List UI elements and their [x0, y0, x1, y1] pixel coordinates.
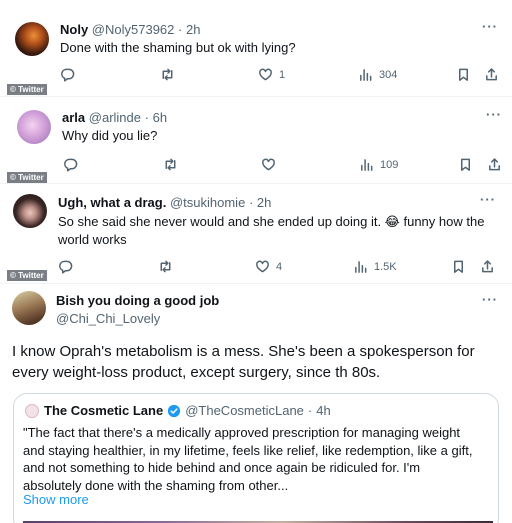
tweet-text-line: I know Oprah's metabolism is a mess. She… — [12, 343, 475, 360]
retweet-icon — [165, 158, 176, 171]
share-button[interactable] — [480, 259, 495, 274]
handle[interactable]: @arlinde — [89, 110, 141, 125]
watermark: © Twitter — [7, 84, 47, 95]
tweet-text-line: every weight-loss product, except surger… — [12, 364, 381, 381]
more-icon[interactable]: ··· — [480, 192, 496, 207]
retweet-button[interactable] — [160, 67, 181, 82]
views-button[interactable]: 304 — [358, 67, 397, 82]
quoted-tweet[interactable]: The Cosmetic Lane @TheCosmeticLane · 4h … — [13, 393, 499, 523]
reply-button[interactable] — [60, 67, 81, 82]
bookmark-icon — [461, 158, 470, 171]
show-more-link[interactable]: Show more — [23, 492, 89, 507]
tweet-arla[interactable]: arla @arlinde · 6h ··· Why did you lie? … — [0, 97, 512, 183]
action-bar: 109 — [63, 157, 503, 175]
quote-avatar[interactable] — [25, 404, 39, 418]
share-icon — [486, 68, 497, 81]
quote-text-line: "The fact that there's a medically appro… — [23, 425, 461, 440]
avatar[interactable] — [17, 110, 51, 144]
handle[interactable]: @tsukihomie — [170, 195, 245, 210]
reply-icon — [64, 158, 78, 172]
views-icon — [361, 159, 373, 171]
bookmark-icon — [459, 68, 468, 81]
retweet-icon — [162, 68, 173, 81]
tweet-text: I know Oprah's metabolism is a mess. She… — [12, 341, 502, 383]
like-button[interactable] — [261, 157, 282, 172]
separator: · — [248, 195, 254, 210]
views-icon — [360, 69, 372, 81]
quote-timestamp[interactable]: 4h — [316, 403, 330, 418]
reply-icon — [59, 260, 73, 274]
retweet-button[interactable] — [163, 157, 184, 172]
retweet-button[interactable] — [158, 259, 179, 274]
share-button[interactable] — [487, 157, 502, 172]
bookmark-button[interactable] — [458, 157, 473, 172]
reply-button[interactable] — [58, 259, 79, 274]
like-icon — [256, 260, 269, 273]
share-icon — [489, 158, 500, 171]
views-icon — [355, 261, 367, 273]
avatar[interactable] — [12, 291, 46, 325]
display-name[interactable]: Bish you doing a good job — [56, 293, 219, 308]
retweet-icon — [160, 260, 171, 273]
views-count: 304 — [379, 68, 398, 81]
more-icon[interactable]: ··· — [486, 107, 502, 122]
quote-text-line: and not something to hide behind and onc… — [23, 460, 421, 475]
quote-text: "The fact that there's a medically appro… — [23, 424, 493, 494]
watermark: © Twitter — [7, 270, 47, 281]
action-bar: 4 1.5K — [58, 259, 498, 277]
timestamp[interactable]: 6h — [153, 110, 167, 125]
like-icon — [259, 68, 272, 81]
reply-icon — [61, 68, 75, 82]
share-button[interactable] — [484, 67, 499, 82]
tweet-text: Done with the shaming but ok with lying? — [60, 40, 296, 55]
display-name[interactable]: arla — [62, 110, 85, 125]
tweet-text-line: world works — [58, 232, 127, 247]
like-count: 4 — [276, 260, 283, 273]
like-button[interactable]: 4 — [255, 259, 282, 274]
handle[interactable]: @Chi_Chi_Lovely — [56, 311, 160, 326]
watermark: © Twitter — [7, 172, 47, 183]
more-icon[interactable]: ··· — [482, 292, 498, 307]
quote-handle[interactable]: @TheCosmeticLane — [185, 403, 304, 418]
tweet-text: So she said she never would and she ende… — [58, 213, 498, 249]
separator: · — [144, 110, 149, 125]
like-count: 1 — [279, 68, 286, 81]
share-icon — [482, 260, 493, 273]
bookmark-icon — [454, 260, 463, 273]
separator: · — [178, 22, 183, 37]
quote-text-line: and staying healthier, in my lifetime, f… — [23, 442, 473, 458]
like-icon — [262, 158, 275, 171]
bookmark-button[interactable] — [451, 259, 466, 274]
timestamp[interactable]: 2h — [257, 195, 271, 210]
tweet-text-line: So she said she never would and she ende… — [58, 214, 485, 229]
like-button[interactable]: 1 — [258, 67, 285, 82]
views-count: 1.5K — [374, 260, 397, 273]
tweet-tsukihomie[interactable]: Ugh, what a drag. @tsukihomie · 2h ··· S… — [0, 184, 512, 283]
quote-display-name[interactable]: The Cosmetic Lane — [44, 403, 163, 418]
bookmark-button[interactable] — [456, 67, 471, 82]
separator: · — [307, 403, 313, 418]
display-name[interactable]: Noly — [60, 22, 88, 37]
tweet-text: Why did you lie? — [62, 128, 158, 143]
handle[interactable]: @Noly573962 — [92, 22, 175, 37]
avatar[interactable] — [13, 194, 47, 228]
verified-icon — [168, 404, 181, 417]
views-button[interactable]: 109 — [359, 157, 398, 172]
reply-button[interactable] — [63, 157, 84, 172]
action-bar: 1 304 — [60, 67, 500, 85]
views-button[interactable]: 1.5K — [353, 259, 397, 274]
avatar[interactable] — [15, 22, 49, 56]
tweet-noly[interactable]: Noly @Noly573962 · 2h ··· Done with the … — [0, 0, 512, 96]
display-name[interactable]: Ugh, what a drag. — [58, 195, 166, 210]
timestamp[interactable]: 2h — [186, 22, 200, 37]
views-count: 109 — [380, 158, 399, 171]
quote-text-line: absolutely done with the shaming from ot… — [23, 477, 289, 493]
more-icon[interactable]: ··· — [482, 19, 498, 34]
